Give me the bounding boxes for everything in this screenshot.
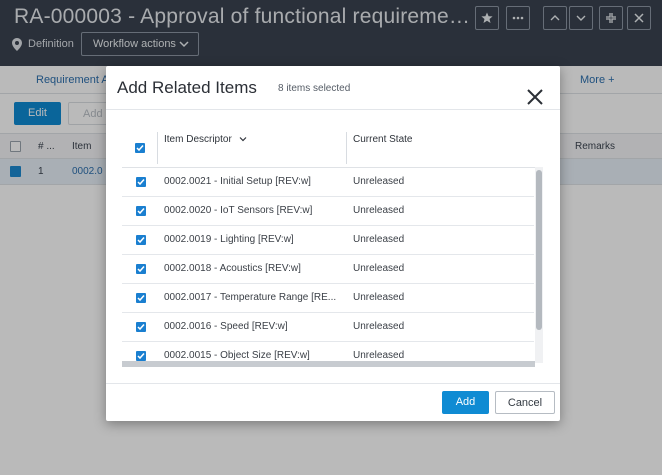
column-item-descriptor-label: Item Descriptor [164,134,232,145]
item-descriptor: 0002.0020 - IoT Sensors [REV:w] [164,205,313,216]
item-descriptor: 0002.0017 - Temperature Range [RE... [164,292,337,303]
item-descriptor: 0002.0021 - Initial Setup [REV:w] [164,176,311,187]
column-current-state[interactable]: Current State [353,134,412,145]
divider [106,383,560,384]
row-checkbox[interactable] [136,322,146,332]
add-button[interactable]: Add [442,391,489,414]
item-state: Unreleased [353,205,405,216]
close-icon[interactable] [526,88,544,106]
row-checkbox[interactable] [136,177,146,187]
item-state: Unreleased [353,292,405,303]
item-state: Unreleased [353,234,405,245]
select-all-checkbox[interactable] [135,143,145,153]
checkmark-icon [136,145,144,152]
row-checkbox[interactable] [136,235,146,245]
checkmark-icon [137,179,145,186]
table-row[interactable]: 0002.0018 - Acoustics [REV:w] Unreleased [122,255,534,284]
divider [106,109,560,110]
item-descriptor: 0002.0019 - Lighting [REV:w] [164,234,294,245]
item-state: Unreleased [353,176,405,187]
table-row[interactable]: 0002.0015 - Object Size [REV:w] Unreleas… [122,342,534,363]
dialog-title: Add Related Items [117,78,257,97]
item-descriptor: 0002.0018 - Acoustics [REV:w] [164,263,301,274]
column-divider [157,132,158,164]
column-item-descriptor[interactable]: Item Descriptor [164,134,247,145]
item-state: Unreleased [353,321,405,332]
items-grid: 0002.0021 - Initial Setup [REV:w] Unrele… [122,167,542,363]
row-checkbox[interactable] [136,351,146,361]
row-checkbox[interactable] [136,293,146,303]
sort-chevron-icon [239,137,247,142]
checkmark-icon [137,324,145,331]
table-row[interactable]: 0002.0019 - Lighting [REV:w] Unreleased [122,226,534,255]
add-related-items-dialog: Add Related Items 8 items selected Item … [106,66,560,421]
table-row[interactable]: 0002.0021 - Initial Setup [REV:w] Unrele… [122,168,534,197]
item-state: Unreleased [353,263,405,274]
item-descriptor: 0002.0015 - Object Size [REV:w] [164,350,310,361]
checkmark-icon [137,353,145,360]
table-row[interactable]: 0002.0017 - Temperature Range [RE... Unr… [122,284,534,313]
row-checkbox[interactable] [136,206,146,216]
checkmark-icon [137,295,145,302]
checkmark-icon [137,237,145,244]
item-descriptor: 0002.0016 - Speed [REV:w] [164,321,288,332]
table-row[interactable]: 0002.0020 - IoT Sensors [REV:w] Unreleas… [122,197,534,226]
horizontal-scrollbar[interactable] [122,361,535,367]
checkmark-icon [137,208,145,215]
checkmark-icon [137,266,145,273]
row-checkbox[interactable] [136,264,146,274]
cancel-button[interactable]: Cancel [495,391,555,414]
vertical-scrollbar-thumb[interactable] [536,170,542,330]
item-state: Unreleased [353,350,405,361]
table-row[interactable]: 0002.0016 - Speed [REV:w] Unreleased [122,313,534,342]
selection-count: 8 items selected [278,83,351,94]
column-divider [346,132,347,164]
